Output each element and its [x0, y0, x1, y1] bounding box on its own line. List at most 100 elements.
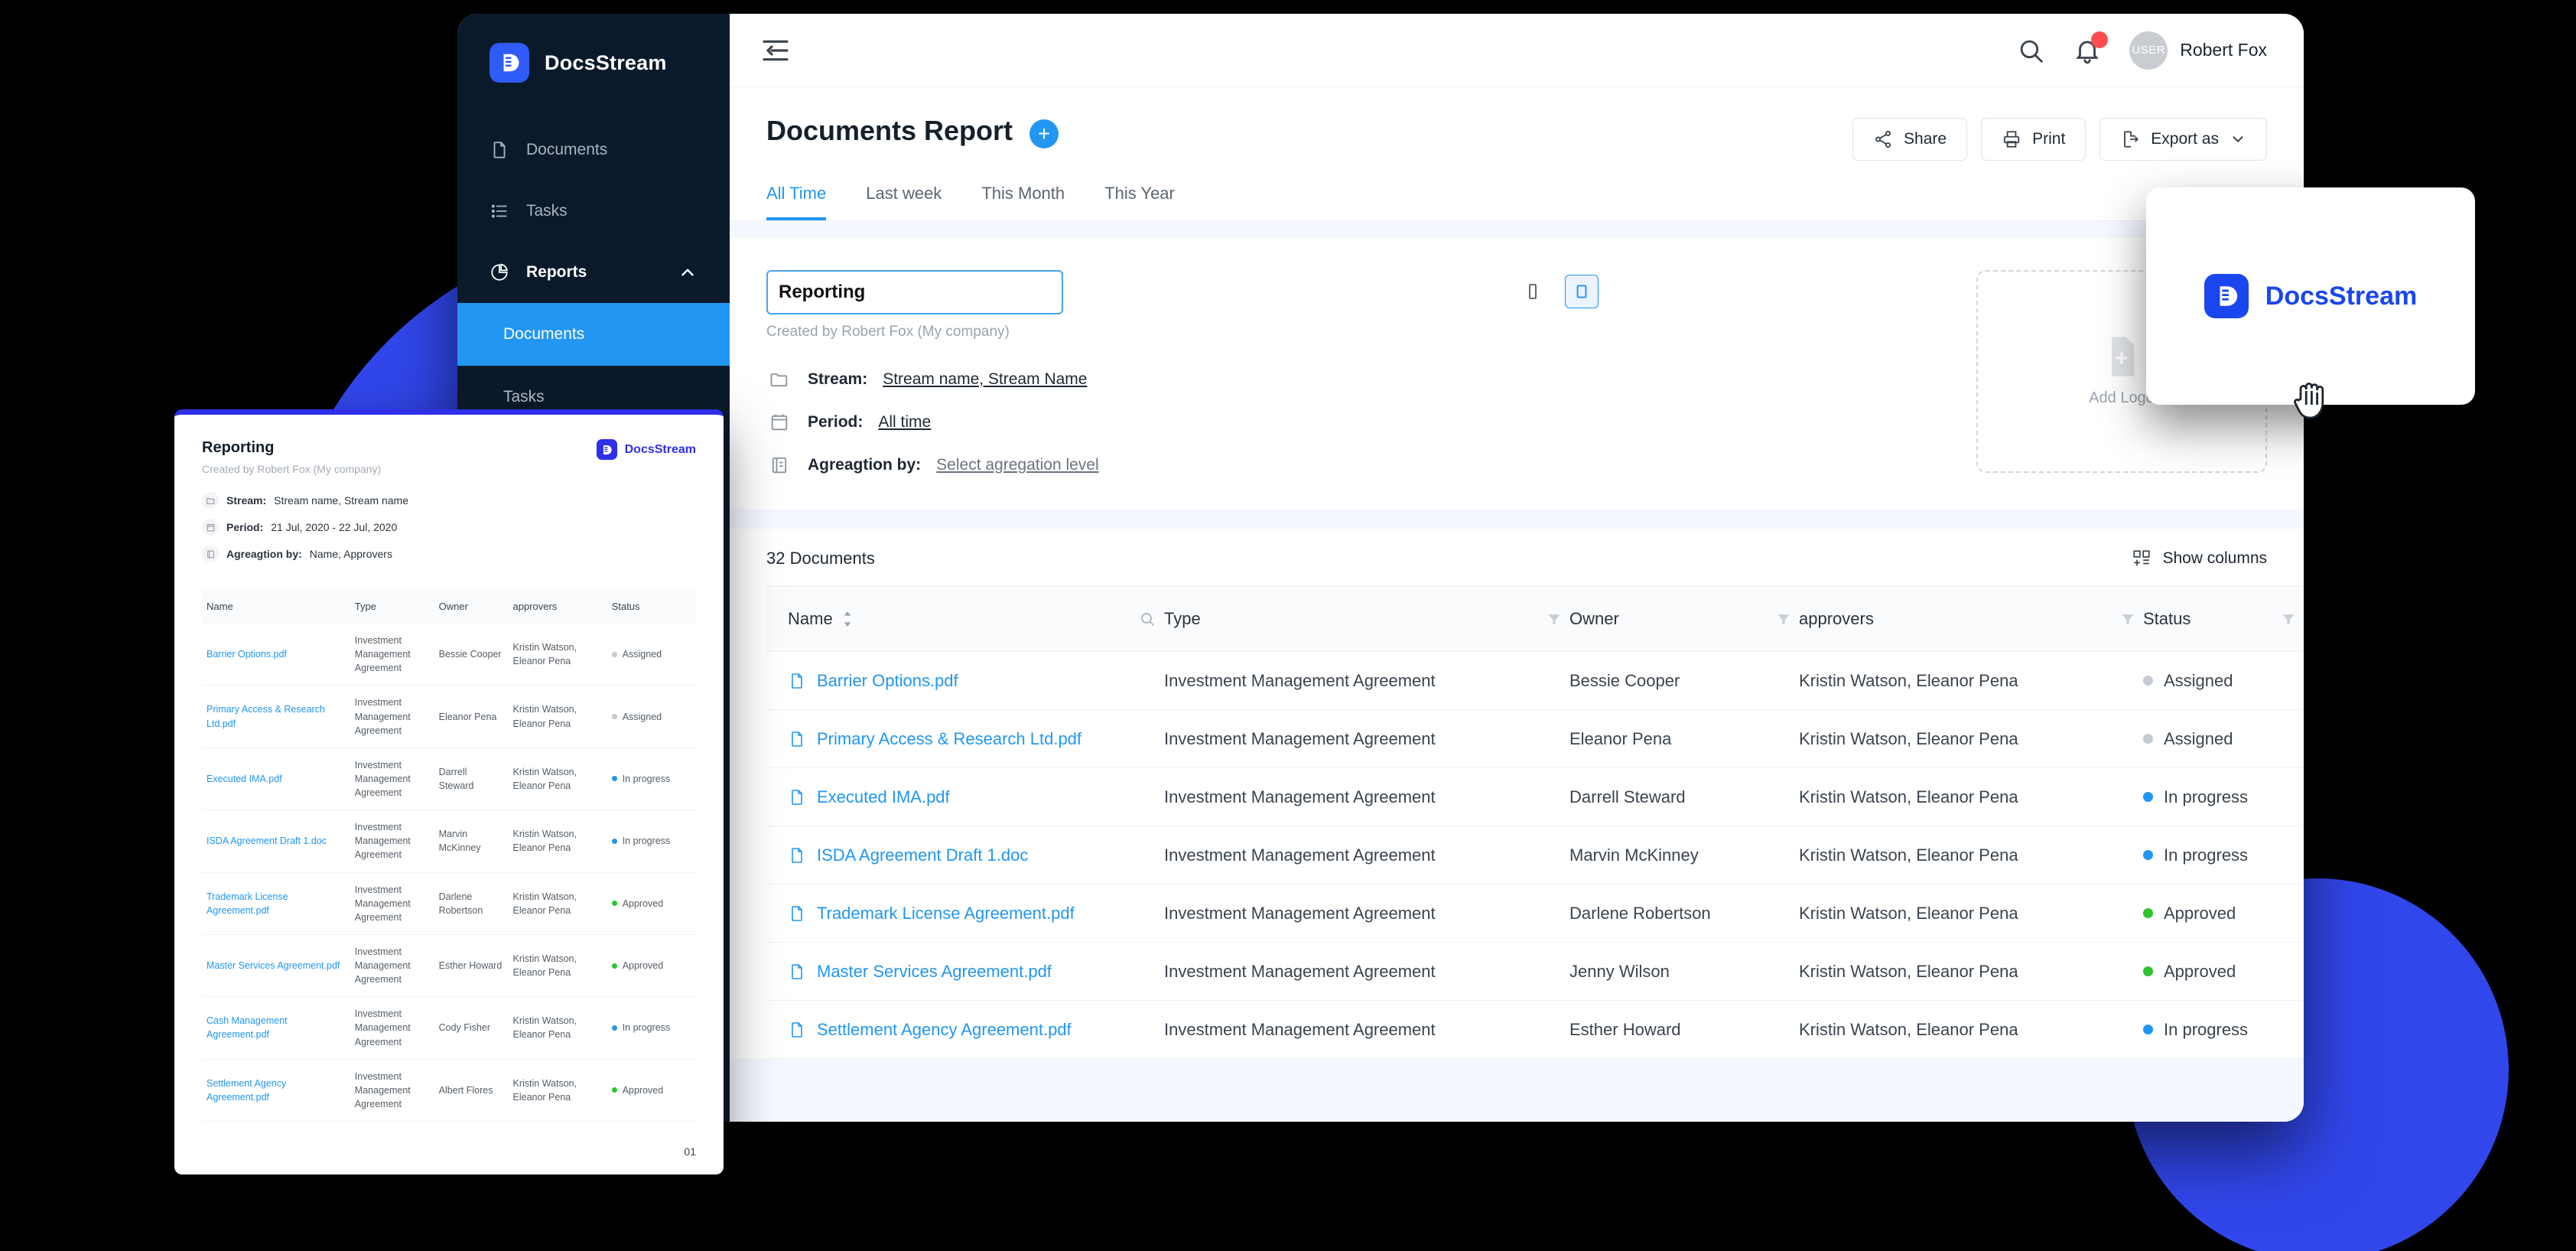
preview-cell-owner: Darlene Robertson [434, 872, 509, 935]
cell-name[interactable]: Executed IMA.pdf [766, 767, 1164, 826]
search-icon[interactable] [1138, 610, 1156, 628]
cell-name[interactable]: Primary Access & Research Ltd.pdf [766, 709, 1164, 768]
report-meta-stream[interactable]: Stream: Stream name, Stream Name [766, 367, 1516, 393]
cell-name[interactable]: Master Services Agreement.pdf [766, 942, 1164, 1001]
filter-icon[interactable] [1776, 611, 1791, 627]
filter-icon[interactable] [2281, 611, 2296, 627]
column-header-label: Owner [1569, 608, 1619, 628]
layout-boxed-icon[interactable] [1565, 275, 1599, 308]
sidebar-item-documents[interactable]: Documents [457, 119, 730, 181]
add-report-button[interactable]: + [1029, 119, 1059, 148]
sidebar-item-reports[interactable]: Reports [457, 242, 730, 303]
sidebar-item-reports-documents[interactable]: Documents [457, 303, 730, 366]
app-window: DocsStream Documents Tasks Reports Docum… [457, 14, 2304, 1122]
preview-table-row: Trademark License Agreement.pdf Investmen… [202, 872, 696, 935]
document-link[interactable]: Master Services Agreement.pdf [788, 962, 1156, 982]
column-header-name[interactable]: Name [766, 585, 1164, 652]
table-row[interactable]: Trademark License Agreement.pdf Investmen… [766, 884, 2304, 943]
document-link[interactable]: Barrier Options.pdf [788, 671, 1156, 691]
topbar: USER Robert Fox [730, 14, 2304, 87]
layout-portrait-icon[interactable] [1516, 275, 1550, 308]
document-link[interactable]: Primary Access & Research Ltd.pdf [788, 729, 1156, 749]
sidebar-item-tasks[interactable]: Tasks [457, 181, 730, 242]
share-button[interactable]: Share [1852, 118, 1968, 161]
cell-approvers: Kristin Watson, Eleanor Pena [1799, 884, 2143, 943]
avatar: USER [2129, 31, 2168, 70]
file-icon [792, 789, 802, 805]
report-name-input[interactable] [766, 270, 1063, 314]
cell-name[interactable]: Trademark License Agreement.pdf [766, 884, 1164, 943]
report-config-card: Created by Robert Fox (My company) Strea… [730, 238, 2304, 509]
document-name: Primary Access & Research Ltd.pdf [817, 728, 1082, 748]
report-meta-value[interactable]: Stream name, Stream Name [883, 370, 1087, 389]
report-meta-value[interactable]: All time [878, 413, 931, 432]
cell-name[interactable]: Barrier Options.pdf [766, 651, 1164, 710]
document-link[interactable]: Executed IMA.pdf [788, 787, 1156, 807]
user-menu[interactable]: USER Robert Fox [2129, 31, 2267, 70]
sidebar-collapse-icon[interactable] [760, 35, 791, 66]
column-header-type[interactable]: Type [1164, 585, 1569, 652]
status-dot [2143, 908, 2153, 918]
sort-icon[interactable] [841, 611, 854, 627]
preview-cell-name: Master Services Agreement.pdf [202, 934, 350, 998]
filter-icon[interactable] [1547, 611, 1562, 627]
preview-cell-type: Investment Management Agreement [350, 810, 434, 873]
preview-document-name: Cash Management Agreement.pdf [207, 1015, 288, 1041]
cell-name[interactable]: ISDA Agreement Draft 1.doc [766, 826, 1164, 884]
preview-cell-type: Investment Management Agreement [350, 996, 434, 1060]
table-row[interactable]: Executed IMA.pdf Investment Management Ag… [766, 767, 2304, 826]
tab-this-month[interactable]: This Month [981, 184, 1065, 220]
table-row[interactable]: Primary Access & Research Ltd.pdf Investm… [766, 709, 2304, 768]
tab-this-year[interactable]: This Year [1104, 184, 1175, 220]
table-toolbar: 32 Documents Show columns [766, 529, 2267, 585]
column-header-approvers[interactable]: approvers [1799, 585, 2143, 652]
preview-table-row: Primary Access & Research Ltd.pdf Investm… [202, 685, 696, 748]
column-header-status[interactable]: Status [2143, 585, 2304, 652]
preview-document-name: Primary Access & Research Ltd.pdf [207, 704, 325, 729]
cell-name[interactable]: Settlement Agency Agreement.pdf [766, 1000, 1164, 1059]
search-icon[interactable] [2016, 36, 2045, 65]
preview-cell-type: Investment Management Agreement [350, 1059, 434, 1122]
cell-status: In progress [2143, 767, 2304, 826]
sidebar-item-label: Tasks [526, 202, 568, 220]
cell-type: Investment Management Agreement [1164, 709, 1569, 768]
print-button[interactable]: Print [1981, 118, 2086, 161]
report-meta-aggregation[interactable]: Agreagtion by: Select agregation level [766, 452, 1516, 478]
document-link[interactable]: Trademark License Agreement.pdf [788, 904, 1156, 924]
report-meta-period[interactable]: Period: All time [766, 409, 1516, 435]
documents-table-section: 32 Documents Show columns Name Type Owne… [730, 529, 2304, 1059]
preview-cell-name: Executed IMA.pdf [202, 748, 350, 811]
preview-cell-owner: Albert Flores [434, 1059, 509, 1122]
preview-table-body: Barrier Options.pdf Investment Management… [202, 624, 696, 1122]
preview-status-label: Approved [622, 898, 664, 909]
logo-widget-card[interactable]: DocsStream [2146, 187, 2475, 405]
document-name: Barrier Options.pdf [817, 670, 958, 690]
status-dot [2143, 1025, 2153, 1034]
document-link[interactable]: ISDA Agreement Draft 1.doc [788, 845, 1156, 865]
bell-icon[interactable] [2073, 31, 2109, 65]
preview-cell-owner: Eleanor Pena [434, 685, 509, 748]
status-dot [2143, 850, 2153, 860]
preview-cell-approvers: Kristin Watson, Eleanor Pena [508, 872, 607, 935]
filter-icon[interactable] [2120, 611, 2135, 627]
docsstream-logo-icon [596, 439, 617, 460]
report-meta-list: Stream: Stream name, Stream Name Period:… [766, 367, 1516, 478]
layout-toggle-group [1516, 270, 1599, 478]
table-row[interactable]: Master Services Agreement.pdf Investment … [766, 942, 2304, 1001]
table-row[interactable]: ISDA Agreement Draft 1.doc Investment Man… [766, 826, 2304, 884]
preview-meta-stream: Stream: Stream name, Stream name [202, 492, 696, 509]
report-meta-value[interactable]: Select agregation level [936, 456, 1098, 474]
table-row[interactable]: Settlement Agency Agreement.pdf Investmen… [766, 1000, 2304, 1059]
show-columns-button[interactable]: Show columns [2132, 549, 2267, 568]
document-link[interactable]: Settlement Agency Agreement.pdf [788, 1020, 1156, 1040]
tab-last-week[interactable]: Last week [866, 184, 942, 220]
export-as-button[interactable]: Export as [2100, 118, 2267, 161]
preview-cell-approvers: Kristin Watson, Eleanor Pena [508, 624, 607, 686]
report-preview-card[interactable]: Reporting Created by Robert Fox (My comp… [174, 409, 724, 1174]
cell-owner: Darrell Steward [1569, 767, 1799, 826]
preview-created-by: Created by Robert Fox (My company) [202, 463, 382, 475]
table-row[interactable]: Barrier Options.pdf Investment Management… [766, 651, 2304, 710]
column-header-owner[interactable]: Owner [1569, 585, 1799, 652]
document-name: ISDA Agreement Draft 1.doc [817, 845, 1029, 865]
tab-all-time[interactable]: All Time [766, 184, 827, 220]
